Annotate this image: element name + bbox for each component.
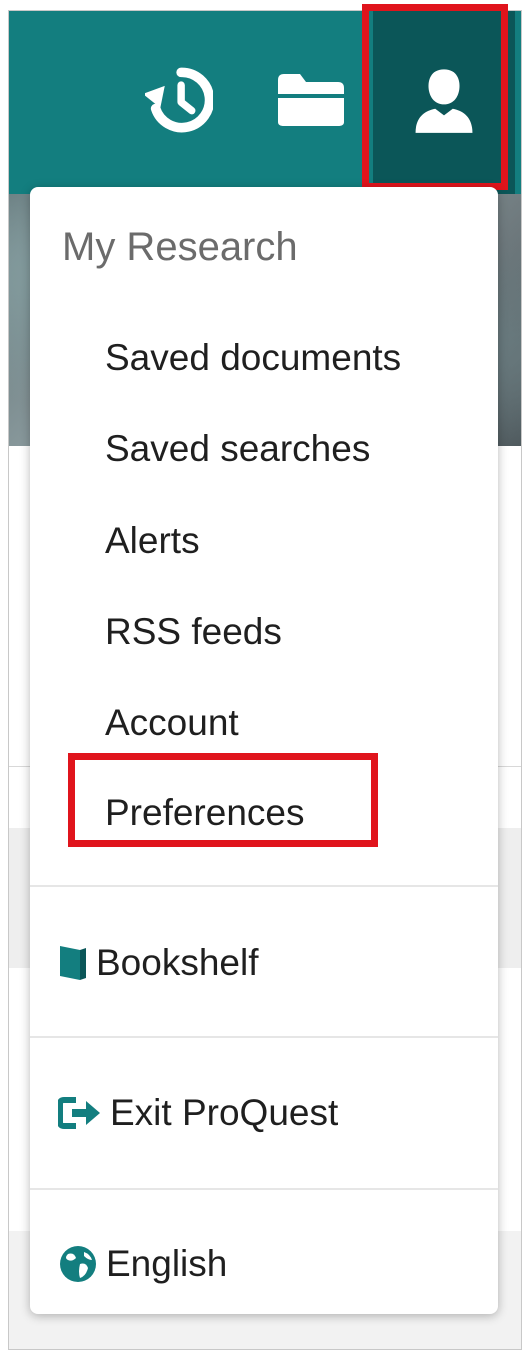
my-research-folder-button[interactable]	[261, 11, 361, 194]
user-icon	[409, 65, 479, 140]
menu-divider	[30, 1188, 498, 1190]
menu-item-alerts[interactable]: Alerts	[105, 520, 200, 562]
user-dropdown-menu: My Research Saved documents Saved search…	[30, 187, 498, 1314]
language-selector[interactable]: English	[58, 1243, 227, 1285]
menu-divider	[30, 885, 498, 887]
history-icon	[142, 66, 215, 139]
top-navigation-bar	[9, 11, 521, 194]
language-label: English	[106, 1243, 228, 1284]
globe-icon	[58, 1244, 98, 1284]
menu-item-exit-proquest[interactable]: Exit ProQuest	[58, 1092, 338, 1134]
bookshelf-label: Bookshelf	[96, 942, 259, 983]
menu-heading: My Research	[62, 225, 298, 269]
menu-divider	[30, 1036, 498, 1038]
menu-item-saved-documents[interactable]: Saved documents	[105, 337, 401, 379]
user-account-button[interactable]	[373, 11, 515, 194]
folder-icon	[276, 72, 346, 133]
search-history-button[interactable]	[129, 11, 229, 194]
menu-item-saved-searches[interactable]: Saved searches	[105, 428, 370, 470]
menu-item-rss-feeds[interactable]: RSS feeds	[105, 611, 282, 653]
menu-item-account[interactable]: Account	[105, 702, 239, 744]
menu-item-bookshelf[interactable]: Bookshelf	[58, 942, 259, 984]
exit-label: Exit ProQuest	[110, 1092, 339, 1133]
book-icon	[58, 944, 88, 982]
exit-icon	[58, 1096, 102, 1130]
menu-item-preferences[interactable]: Preferences	[105, 792, 305, 834]
